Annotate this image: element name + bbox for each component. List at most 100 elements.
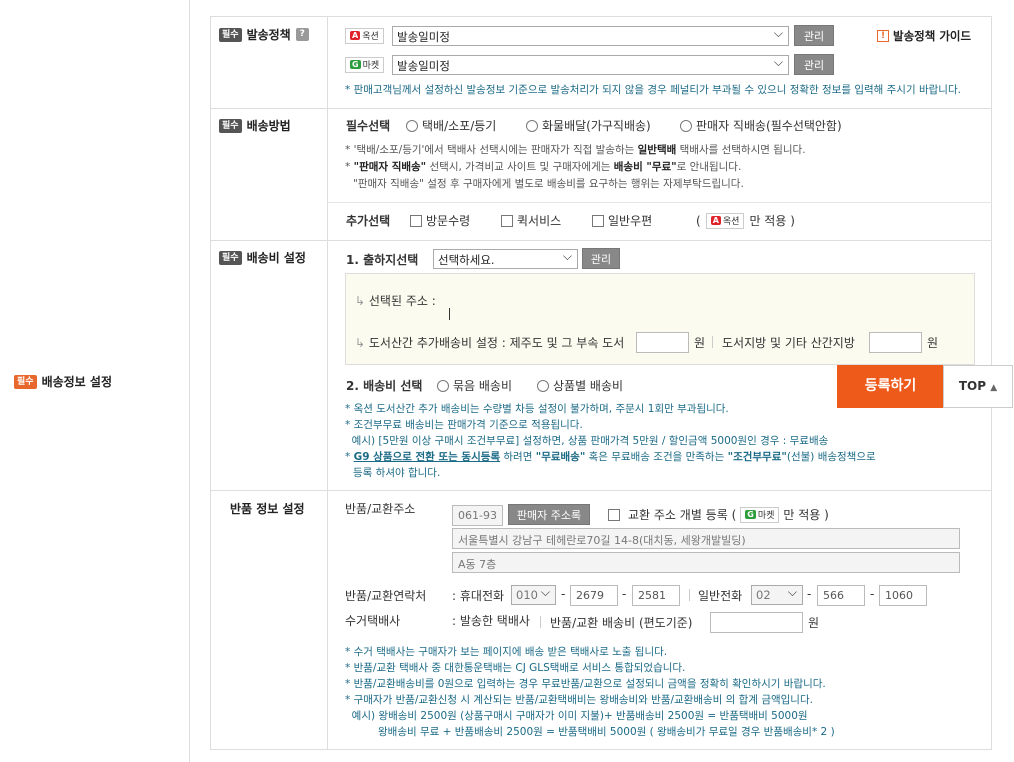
- required-badge: 필수: [219, 27, 242, 42]
- policy-guide-link[interactable]: ! 발송정책 가이드: [877, 28, 971, 44]
- g9-link[interactable]: G9 상품으로 전환 또는 동시등록: [354, 451, 500, 463]
- island-fee-input[interactable]: [636, 332, 689, 353]
- mobile-middle-input[interactable]: 2679: [570, 585, 618, 606]
- return-note-2: * 반품/교환 택배사 중 대한통운택배는 CJ GLS택배로 서비스 통합되었…: [345, 662, 686, 674]
- note-bold: 배송비 "무료": [613, 161, 677, 173]
- origin-select[interactable]: 선택하세요.: [433, 249, 578, 269]
- carrier-value: : 발송한 택배사: [452, 614, 530, 628]
- auction-policy-select[interactable]: 발송일미정: [392, 26, 789, 46]
- fee-title-text: 배송비 설정: [246, 251, 306, 265]
- fee-option-per-item[interactable]: 상품별 배송비: [537, 377, 623, 394]
- extra-option-pickup[interactable]: 방문수령: [410, 212, 470, 229]
- island-fee-label: ↳ 도서산간 추가배송비 설정 : 제주도 및 그 부속 도서: [355, 334, 624, 351]
- row-divider: [211, 240, 991, 241]
- help-icon[interactable]: ?: [295, 28, 309, 41]
- note-bold: "판매자 직배송": [353, 161, 427, 173]
- method-option-parcel[interactable]: 택배/소포/등기: [406, 117, 496, 134]
- radio-icon[interactable]: [406, 120, 418, 132]
- note-text: * '택배/소포/등기'에서 택배사 선택시에는 판매자가 직접 발송하는: [345, 144, 635, 156]
- top-label: TOP: [958, 379, 987, 393]
- manage-button[interactable]: 관리: [794, 25, 834, 46]
- extra-option-mail[interactable]: 일반우편: [592, 212, 652, 229]
- arrow-icon: ↳: [355, 336, 366, 350]
- dash: -: [622, 587, 627, 601]
- fee-note-2: * 조건부무료 배송비는 판매가격 기준으로 적용됩니다.: [345, 419, 583, 431]
- warning-icon: !: [877, 30, 889, 42]
- other-region-input[interactable]: [869, 332, 922, 353]
- origin-label: 1. 출하지선택: [346, 253, 419, 267]
- return-note-4: * 구매자가 반품/교환신청 시 계산되는 반품/교환택배비는 왕배송비와 반품…: [345, 694, 813, 706]
- note-bold: 일반택배: [637, 144, 677, 156]
- note-text: (선불) 배송정책으로: [786, 451, 876, 463]
- won-unit: 원: [927, 336, 939, 350]
- divider: [327, 202, 992, 203]
- dash: -: [870, 587, 875, 601]
- phone-middle-input[interactable]: 566: [817, 585, 865, 606]
- phone-last-input[interactable]: 1060: [879, 585, 927, 606]
- method-title-text: 배송방법: [246, 119, 291, 133]
- phone-prefix-select[interactable]: 02: [751, 585, 803, 605]
- caret-up-icon: ▲: [990, 383, 998, 393]
- mobile-last-input[interactable]: 2581: [632, 585, 680, 606]
- radio-icon[interactable]: [437, 380, 449, 392]
- individual-label: 교환 주소 개별 등록 (: [628, 508, 737, 522]
- required-select-label: 필수선택: [346, 119, 391, 133]
- policy-title: 필수 발송정책 ?: [219, 26, 309, 43]
- address-line-1[interactable]: 서울특별시 강남구 테헤란로70길 14-8(대치동, 세왕개발빌딩): [452, 528, 960, 549]
- fee-option-label: 상품별 배송비: [553, 379, 624, 393]
- arrow-icon: ↳: [355, 294, 366, 308]
- extra-select-label: 추가선택: [346, 214, 391, 228]
- text-cursor: [449, 308, 450, 320]
- method-option-direct[interactable]: 판매자 직배송(필수선택안함): [680, 117, 842, 134]
- individual-address-option[interactable]: 교환 주소 개별 등록 ( G 마켓 만 적용 ): [608, 506, 829, 523]
- fee-note-1: * 옥션 도서산간 추가 배송비는 수량별 차등 설정이 불가하며, 주문시 1…: [345, 403, 729, 415]
- island-fee-text: 도서산간 추가배송비 설정 : 제주도 및 그 부속 도서: [368, 336, 625, 350]
- manage-button[interactable]: 관리: [582, 248, 620, 269]
- required-badge: 필수: [14, 374, 37, 389]
- fee-option-bundle[interactable]: 묶음 배송비: [437, 377, 512, 394]
- method-note-1: * '택배/소포/등기'에서 택배사 선택시에는 판매자가 직접 발송하는 일반…: [345, 142, 806, 158]
- individual-label-end: 만 적용 ): [783, 508, 829, 522]
- contact-label: 반품/교환연락처: [345, 589, 427, 603]
- extra-option-label: 퀵서비스: [517, 214, 562, 228]
- register-button[interactable]: 등록하기: [837, 365, 944, 408]
- checkbox-icon[interactable]: [410, 215, 422, 227]
- return-address-label: 반품/교환주소: [345, 502, 416, 516]
- checkbox-icon[interactable]: [501, 215, 513, 227]
- note-text: 혹은 무료배송 조건을 만족하는: [585, 451, 728, 463]
- checkbox-icon[interactable]: [608, 508, 620, 521]
- extra-option-quick[interactable]: 퀵서비스: [501, 212, 561, 229]
- divider: [712, 336, 713, 348]
- section-title: 배송정보 설정: [41, 375, 112, 389]
- method-note-2: * "판매자 직배송" 선택시, 가격비교 사이트 및 구매자에게는 배송비 "…: [345, 159, 741, 175]
- top-button[interactable]: TOP ▲: [943, 365, 1013, 408]
- gmarket-policy-select[interactable]: 발송일미정: [392, 55, 789, 75]
- return-note-1: * 수거 택배사는 구매자가 보는 페이지에 배송 받은 택배사로 노출 됩니다…: [345, 646, 668, 658]
- return-fee-input[interactable]: [710, 612, 803, 633]
- seller-address-button[interactable]: 판매자 주소록: [508, 504, 590, 525]
- method-title: 필수 배송방법: [219, 117, 291, 134]
- radio-icon[interactable]: [680, 120, 692, 132]
- zip-input[interactable]: 061-93: [452, 505, 503, 526]
- radio-icon[interactable]: [537, 380, 549, 392]
- return-note-3: * 반품/교환배송비를 0원으로 입력하는 경우 무료반품/교환으로 설정되니 …: [345, 678, 826, 690]
- checkbox-icon[interactable]: [592, 215, 604, 227]
- method-note-3: "판매자 직배송" 설정 후 구매자에게 별도로 배송비를 요구하는 행위는 자…: [353, 178, 744, 190]
- fee-title: 필수 배송비 설정: [219, 249, 306, 266]
- required-badge: 필수: [219, 118, 242, 133]
- gmarket-logo: G 마켓: [345, 56, 385, 73]
- selected-address: ↳ 선택된 주소 :: [355, 292, 436, 309]
- row-divider: [211, 108, 991, 109]
- extra-option-label: 방문수령: [426, 214, 471, 228]
- extra-note: ( A 옥션 만 적용 ): [696, 212, 795, 229]
- radio-icon[interactable]: [526, 120, 538, 132]
- mobile-prefix-select[interactable]: 010: [511, 585, 556, 605]
- auction-logo: A 옥션: [705, 212, 745, 229]
- address-line-2[interactable]: A동 7층: [452, 552, 960, 573]
- note-text: *: [345, 451, 354, 463]
- manage-button[interactable]: 관리: [794, 54, 834, 75]
- return-title: 반품 정보 설정: [230, 502, 305, 516]
- method-option-freight[interactable]: 화물배달(가구직배송): [526, 117, 651, 134]
- fee-type-label: 2. 배송비 선택: [346, 379, 423, 393]
- fee-option-label: 묶음 배송비: [453, 379, 513, 393]
